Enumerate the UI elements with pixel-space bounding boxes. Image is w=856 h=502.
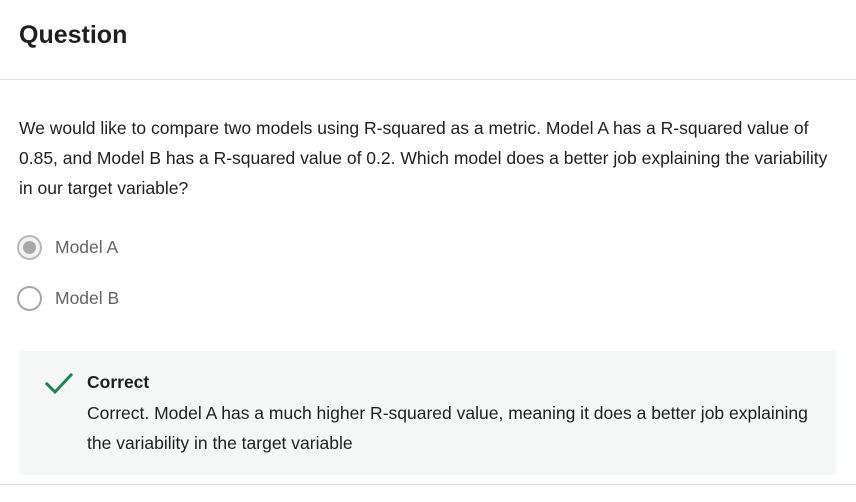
radio-button-selected[interactable] bbox=[17, 234, 42, 260]
quiz-question-page: Question We would like to compare two mo… bbox=[0, 0, 856, 502]
question-text: We would like to compare two models usin… bbox=[19, 118, 828, 198]
divider bbox=[0, 484, 856, 485]
question-header: Question bbox=[0, 0, 856, 80]
option-model-b[interactable]: Model B bbox=[17, 284, 119, 312]
feedback-status: Correct bbox=[87, 372, 150, 392]
radio-dot bbox=[23, 240, 36, 254]
feedback-panel: Correct Correct. Model A has a much high… bbox=[19, 351, 836, 475]
option-model-a[interactable]: Model A bbox=[17, 233, 118, 261]
checkmark-icon bbox=[44, 372, 74, 395]
option-label[interactable]: Model A bbox=[55, 237, 118, 258]
page-title: Question bbox=[19, 21, 128, 49]
feedback-text: Correct. Model A has a much higher R-squ… bbox=[87, 403, 808, 453]
radio-button[interactable] bbox=[17, 285, 42, 311]
option-label[interactable]: Model B bbox=[55, 288, 119, 309]
